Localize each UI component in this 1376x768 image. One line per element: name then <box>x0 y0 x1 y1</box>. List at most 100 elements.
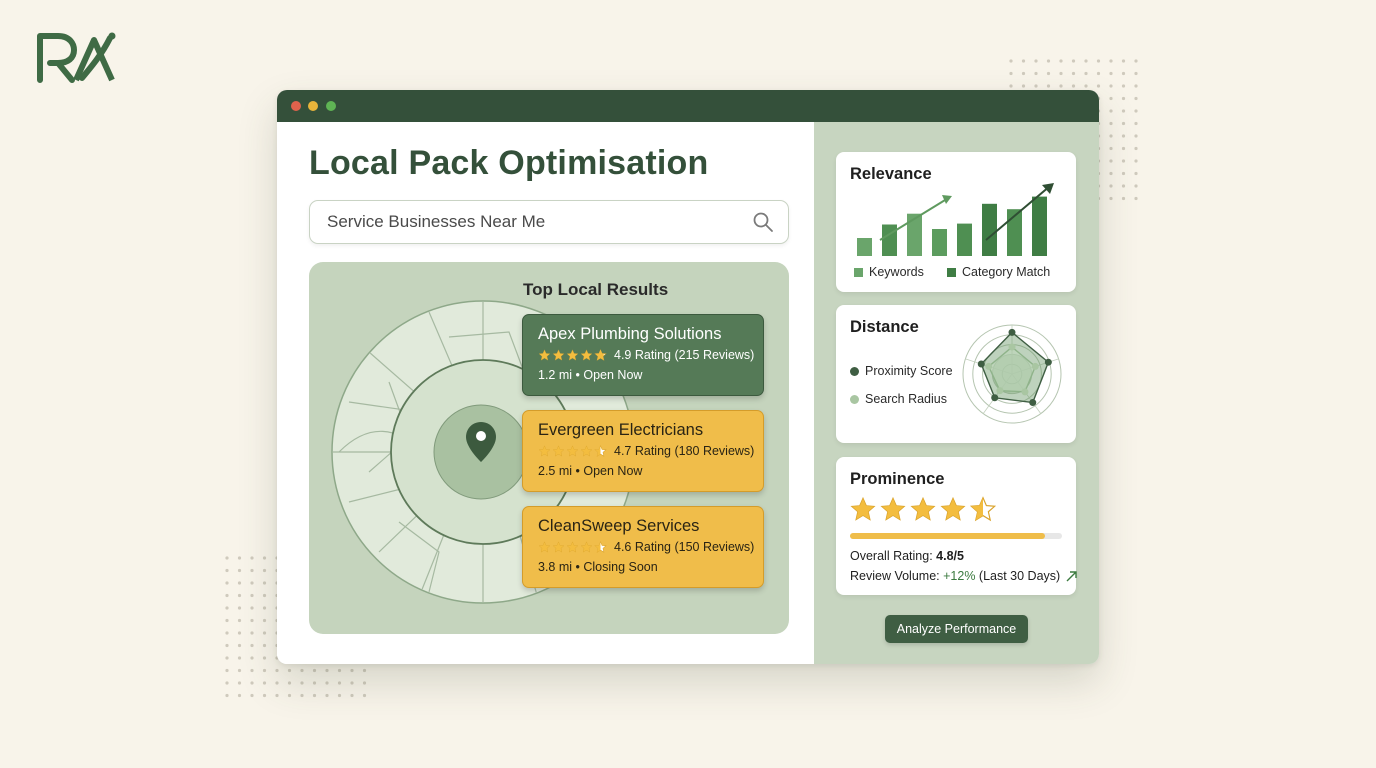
radar-point <box>1031 362 1039 370</box>
decorative-dot <box>237 681 242 685</box>
radar-point <box>985 362 993 370</box>
decorative-dot <box>225 556 229 560</box>
radar-point <box>991 394 999 402</box>
search-input-value: Service Businesses Near Me <box>327 212 546 231</box>
decorative-dot <box>237 631 242 635</box>
decorative-dot <box>275 681 279 685</box>
decorative-dot <box>1109 71 1113 76</box>
decorative-dot <box>1109 59 1113 63</box>
decorative-dot <box>287 693 292 698</box>
decorative-dot <box>1009 71 1013 76</box>
decorative-dot <box>325 693 329 698</box>
window-minimize-button[interactable] <box>308 101 318 111</box>
result-name: CleanSweep Services <box>538 517 700 535</box>
result-card-cleansweep-services[interactable]: CleanSweep Services 4.6 Rating (150 Revi… <box>522 506 764 588</box>
legend-label-keywords: Keywords <box>869 265 924 279</box>
decorative-dot <box>1009 59 1013 63</box>
star-icon <box>580 348 593 360</box>
result-meta: 2.5 mi • Open Now <box>538 464 643 478</box>
decorative-dot <box>262 643 267 648</box>
legend-search-radius: Search Radius <box>850 392 947 406</box>
star-icon <box>594 444 607 457</box>
overall-rating: Overall Rating: 4.8/5 <box>850 549 964 563</box>
decorative-dot <box>1109 159 1113 163</box>
decorative-dot <box>262 656 267 660</box>
legend-label-category-match: Category Match <box>962 265 1051 279</box>
decorative-dot <box>262 606 267 610</box>
result-name: Evergreen Electricians <box>538 421 704 439</box>
legend-proximity-score: Proximity Score <box>850 364 953 378</box>
decorative-dot <box>362 693 367 698</box>
decorative-dot <box>1034 71 1038 76</box>
decorative-dot <box>1134 71 1138 76</box>
result-card-apex-plumbing[interactable]: Apex Plumbing Solutions 4.9 Rating (215 … <box>522 314 764 396</box>
decorative-dot <box>1109 96 1113 101</box>
result-card-evergreen-electricians[interactable]: Evergreen Electricians 4.7 Rating (180 R… <box>522 410 764 492</box>
relevance-bar <box>857 238 872 256</box>
legend-dot-radius <box>850 394 859 404</box>
decorative-dot <box>1109 146 1113 151</box>
trend-up-arrow-icon <box>1066 571 1077 582</box>
decorative-dot <box>350 668 354 673</box>
rating-stars <box>538 444 608 458</box>
search-input[interactable]: Service Businesses Near Me <box>309 200 789 244</box>
decorative-dot <box>1096 59 1101 63</box>
legend-dot-proximity <box>850 366 859 376</box>
decorative-dot <box>262 556 267 560</box>
metrics-sidebar: Relevance Keywords Category Match Distan… <box>814 122 1099 664</box>
decorative-dot <box>250 693 254 698</box>
decorative-dot <box>1059 71 1063 76</box>
decorative-dot <box>237 606 242 610</box>
decorative-dot <box>1071 71 1076 76</box>
decorative-dot <box>275 668 279 673</box>
relevance-bar <box>1032 196 1047 256</box>
window-close-button[interactable] <box>291 101 301 111</box>
decorative-dot <box>225 568 229 573</box>
star-icon <box>850 496 876 521</box>
decorative-dot <box>250 668 254 673</box>
decorative-dot <box>225 593 229 598</box>
decorative-dot <box>362 668 367 673</box>
decorative-dot <box>225 581 229 585</box>
decorative-dot <box>325 668 329 673</box>
distance-title: Distance <box>850 318 919 336</box>
decorative-dot <box>1071 59 1076 63</box>
decorative-dot <box>262 668 267 673</box>
decorative-dot <box>300 681 304 685</box>
decorative-dot <box>250 593 254 598</box>
page-title: Local Pack Optimisation <box>309 144 709 182</box>
distance-radar-chart <box>962 324 1062 424</box>
decorative-dot <box>250 618 254 623</box>
decorative-dot <box>237 593 242 598</box>
decorative-dot <box>250 631 254 635</box>
search-icon[interactable] <box>752 211 774 233</box>
prominence-progress-bar <box>850 533 1062 539</box>
review-volume-label: Review Volume: <box>850 569 944 583</box>
decorative-dot <box>1109 121 1113 126</box>
decorative-dot <box>1121 84 1126 88</box>
decorative-dot <box>1096 84 1101 88</box>
decorative-dot <box>325 681 329 685</box>
radar-point <box>1008 328 1016 336</box>
decorative-dot <box>262 693 267 698</box>
star-icon <box>969 496 997 522</box>
decorative-dot <box>1096 71 1101 76</box>
decorative-dot <box>262 618 267 623</box>
rating-text: 4.7 Rating (180 Reviews) <box>614 444 755 458</box>
decorative-dot <box>237 656 242 660</box>
analyze-performance-button[interactable]: Analyze Performance <box>885 615 1028 643</box>
window-maximize-button[interactable] <box>326 101 336 111</box>
decorative-dot <box>237 643 242 648</box>
legend-category-match: Category Match <box>947 265 1050 279</box>
decorative-dot <box>1134 121 1138 126</box>
decorative-dot <box>1134 84 1138 88</box>
decorative-dot <box>275 693 279 698</box>
star-icon <box>940 496 966 521</box>
decorative-dot <box>350 693 354 698</box>
decorative-dot <box>287 668 292 673</box>
decorative-dot <box>1134 146 1138 151</box>
star-icon <box>580 540 593 552</box>
decorative-dot <box>1121 71 1126 76</box>
overall-rating-value: 4.8/5 <box>936 549 964 563</box>
decorative-dot <box>1121 59 1126 63</box>
